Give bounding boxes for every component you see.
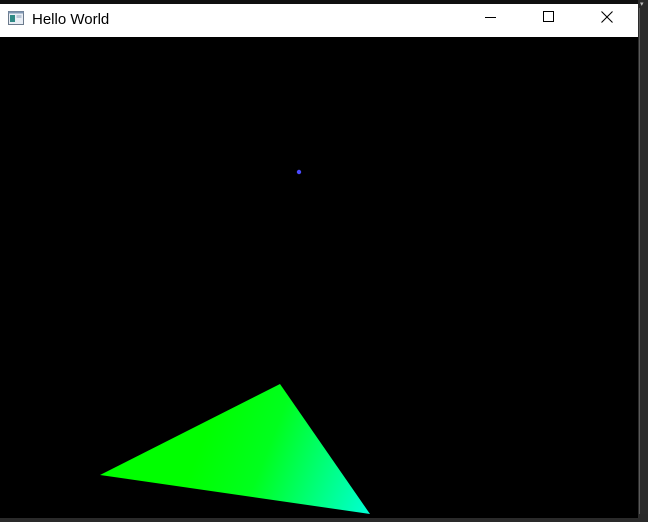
app-window-icon[interactable] xyxy=(8,11,24,25)
rendered-point xyxy=(296,169,302,175)
maximize-icon xyxy=(543,10,555,28)
hello-world-window: Hello World xyxy=(0,4,638,518)
minimize-icon xyxy=(485,10,497,28)
minimize-button[interactable] xyxy=(462,4,520,33)
maximize-button[interactable] xyxy=(520,4,578,33)
opengl-viewport[interactable] xyxy=(0,37,638,518)
window-title: Hello World xyxy=(32,11,110,28)
adjacent-window-glyph: ▾ xyxy=(640,2,644,8)
render-canvas xyxy=(0,37,638,518)
close-button[interactable] xyxy=(578,4,636,33)
window-titlebar[interactable]: Hello World xyxy=(0,4,638,37)
adjacent-window-edge xyxy=(639,8,640,516)
close-icon xyxy=(601,10,613,28)
screen: ▾ Hello World xyxy=(0,0,648,522)
